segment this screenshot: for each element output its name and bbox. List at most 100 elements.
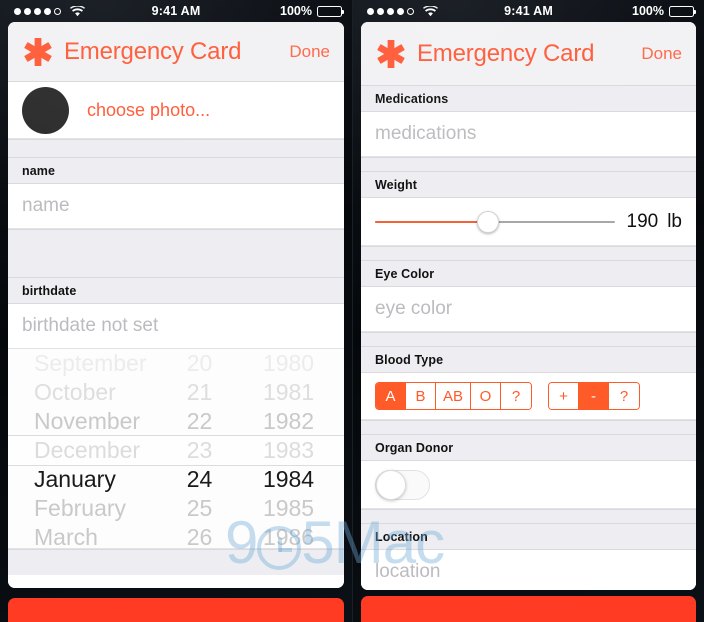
phone-left: 9:41 AM 100% Emergency Card Done choose … <box>0 0 352 622</box>
picker-column-month[interactable]: September October November December Janu… <box>8 349 166 548</box>
picker-item[interactable]: 20 <box>166 349 233 378</box>
picker-item[interactable]: September <box>8 349 166 378</box>
section-spacer <box>361 420 696 434</box>
section-header-weight: Weight <box>361 171 696 198</box>
app-screen-right: Emergency Card Done Medications medicati… <box>361 22 696 590</box>
picker-item[interactable]: 1986 <box>233 523 344 548</box>
bottom-action-button-right[interactable] <box>361 596 696 622</box>
picker-item-selected[interactable]: 1984 <box>233 465 344 494</box>
app-screen-left: Emergency Card Done choose photo... name… <box>8 22 344 588</box>
slider-thumb[interactable] <box>476 210 499 233</box>
blood-type-option-unknown[interactable]: ? <box>501 383 532 409</box>
picker-item[interactable]: March <box>8 523 166 548</box>
section-header-organ-donor: Organ Donor <box>361 434 696 461</box>
form-footer-spacer <box>8 549 344 575</box>
picker-year-list[interactable]: 1980 1981 1982 1983 1984 1985 1986 1987 … <box>233 349 344 548</box>
weight-value: 190 <box>626 210 659 232</box>
section-spacer <box>361 157 696 171</box>
section-header-location: Location <box>361 523 696 550</box>
eye-color-field-row[interactable]: eye color <box>361 287 696 332</box>
section-header-eye-color: Eye Color <box>361 260 696 287</box>
blood-type-option-o[interactable]: O <box>471 383 502 409</box>
picker-item[interactable]: 1985 <box>233 494 344 523</box>
avatar[interactable] <box>22 86 69 134</box>
status-bar-right: 9:41 AM 100% <box>353 0 704 22</box>
done-button[interactable]: Done <box>631 44 682 64</box>
picker-item[interactable]: 25 <box>166 494 233 523</box>
form-body-left: choose photo... name name birthdate birt… <box>8 82 344 588</box>
organ-donor-row[interactable] <box>361 461 696 509</box>
status-bar-left: 9:41 AM 100% <box>0 0 352 22</box>
battery-icon <box>669 5 696 17</box>
picker-item[interactable]: 1981 <box>233 378 344 407</box>
picker-item[interactable]: 26 <box>166 523 233 548</box>
birthdate-picker[interactable]: September October November December Janu… <box>8 349 344 549</box>
section-spacer <box>361 332 696 346</box>
picker-item[interactable]: 1980 <box>233 349 344 378</box>
navigation-bar-right: Emergency Card Done <box>361 22 696 86</box>
blood-type-row[interactable]: A B AB O ? + - ? <box>361 373 696 420</box>
status-bar-clock: 9:41 AM <box>151 4 201 18</box>
picker-item[interactable]: 21 <box>166 378 233 407</box>
screenshot-stage: 9:41 AM 100% Emergency Card Done choose … <box>0 0 704 622</box>
picker-item-selected[interactable]: 24 <box>166 465 233 494</box>
organ-donor-toggle[interactable] <box>375 469 430 500</box>
section-spacer <box>8 139 344 157</box>
blood-type-option-ab[interactable]: AB <box>436 383 472 409</box>
picker-item[interactable]: 23 <box>166 436 233 465</box>
battery-icon <box>317 5 344 17</box>
picker-item[interactable]: 1983 <box>233 436 344 465</box>
birthdate-input-placeholder[interactable]: birthdate not set <box>22 315 158 337</box>
page-title: Emergency Card <box>417 39 595 67</box>
weight-unit: lb <box>667 210 682 232</box>
location-field-row[interactable]: location <box>361 550 696 590</box>
navigation-bar-left: Emergency Card Done <box>8 22 344 82</box>
rh-option-negative[interactable]: - <box>579 383 610 409</box>
choose-photo-row[interactable]: choose photo... <box>8 82 344 139</box>
picker-item[interactable]: 22 <box>166 407 233 436</box>
phone-right: 9:41 AM 100% Emergency Card Done Medicat… <box>352 0 704 622</box>
birthdate-field-row[interactable]: birthdate not set <box>8 304 344 349</box>
medical-asterisk-icon <box>375 38 407 70</box>
medications-input-placeholder[interactable]: medications <box>375 123 476 145</box>
picker-item[interactable]: October <box>8 378 166 407</box>
bottom-action-button-left[interactable] <box>8 598 344 622</box>
picker-item[interactable]: February <box>8 494 166 523</box>
section-spacer <box>361 509 696 523</box>
section-spacer <box>361 246 696 260</box>
blood-type-option-a[interactable]: A <box>376 383 406 409</box>
toggle-knob[interactable] <box>376 469 406 500</box>
slider-filled-track <box>375 220 488 223</box>
picker-day-list[interactable]: 20 21 22 23 24 25 26 27 28 <box>166 349 233 548</box>
form-body-right: Medications medications Weight 190 lb Ey… <box>361 86 696 590</box>
picker-column-year[interactable]: 1980 1981 1982 1983 1984 1985 1986 1987 … <box>233 349 344 548</box>
weight-slider-row[interactable]: 190 lb <box>361 198 696 246</box>
rh-factor-segmented-control[interactable]: + - ? <box>548 382 641 410</box>
section-spacer-2 <box>8 229 344 277</box>
section-header-name: name <box>8 157 344 184</box>
picker-column-day[interactable]: 20 21 22 23 24 25 26 27 28 <box>166 349 233 548</box>
picker-item-selected[interactable]: January <box>8 465 166 494</box>
name-field-row[interactable]: name <box>8 184 344 229</box>
weight-slider[interactable] <box>375 208 615 236</box>
location-input-placeholder[interactable]: location <box>375 561 441 583</box>
picker-item[interactable]: November <box>8 407 166 436</box>
picker-item[interactable]: December <box>8 436 166 465</box>
picker-month-list[interactable]: September October November December Janu… <box>8 349 166 548</box>
name-input-placeholder[interactable]: name <box>22 195 70 217</box>
medications-field-row[interactable]: medications <box>361 112 696 157</box>
section-header-blood-type: Blood Type <box>361 346 696 373</box>
done-button[interactable]: Done <box>279 42 330 62</box>
section-header-medications: Medications <box>361 86 696 112</box>
eye-color-input-placeholder[interactable]: eye color <box>375 298 452 320</box>
section-header-birthdate: birthdate <box>8 277 344 304</box>
status-bar-clock: 9:41 AM <box>504 4 553 18</box>
choose-photo-label[interactable]: choose photo... <box>87 100 210 121</box>
picker-item[interactable]: 1982 <box>233 407 344 436</box>
blood-type-option-b[interactable]: B <box>406 383 436 409</box>
page-title: Emergency Card <box>64 37 242 65</box>
blood-type-segmented-control[interactable]: A B AB O ? <box>375 382 533 410</box>
rh-option-unknown[interactable]: ? <box>609 383 640 409</box>
rh-option-positive[interactable]: + <box>549 383 580 409</box>
medical-asterisk-icon <box>22 36 54 68</box>
